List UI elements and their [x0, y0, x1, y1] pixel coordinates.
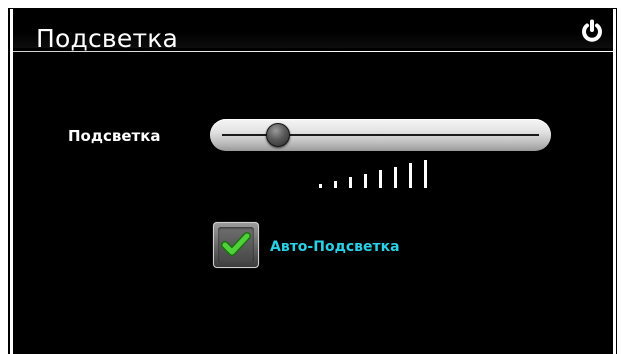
auto-backlight-checkbox[interactable]	[213, 222, 259, 268]
level-bar	[349, 177, 352, 188]
slider-thumb[interactable]	[266, 123, 290, 147]
page-title: Подсветка	[36, 24, 179, 53]
checkmark-icon	[221, 232, 251, 256]
level-bar	[424, 160, 427, 188]
title-bar: Подсветка	[13, 8, 613, 53]
power-button[interactable]	[579, 18, 605, 44]
level-bar	[334, 181, 337, 188]
backlight-slider[interactable]	[210, 119, 551, 151]
level-bar	[319, 184, 322, 188]
power-icon	[582, 19, 602, 42]
auto-backlight-label[interactable]: Авто-Подсветка	[270, 238, 400, 256]
title-divider	[13, 51, 613, 52]
checkbox-well	[218, 227, 254, 263]
frame-right-border	[616, 8, 617, 354]
level-bar	[394, 167, 397, 188]
level-bar	[409, 163, 412, 188]
backlight-label: Подсветка	[68, 127, 161, 145]
frame-left-border	[8, 8, 10, 354]
backlight-level-indicator	[319, 148, 449, 188]
level-bar	[379, 170, 382, 188]
settings-screen: Подсветка Подсветка Авто-Подсветка	[13, 8, 613, 354]
level-bar	[364, 174, 367, 188]
